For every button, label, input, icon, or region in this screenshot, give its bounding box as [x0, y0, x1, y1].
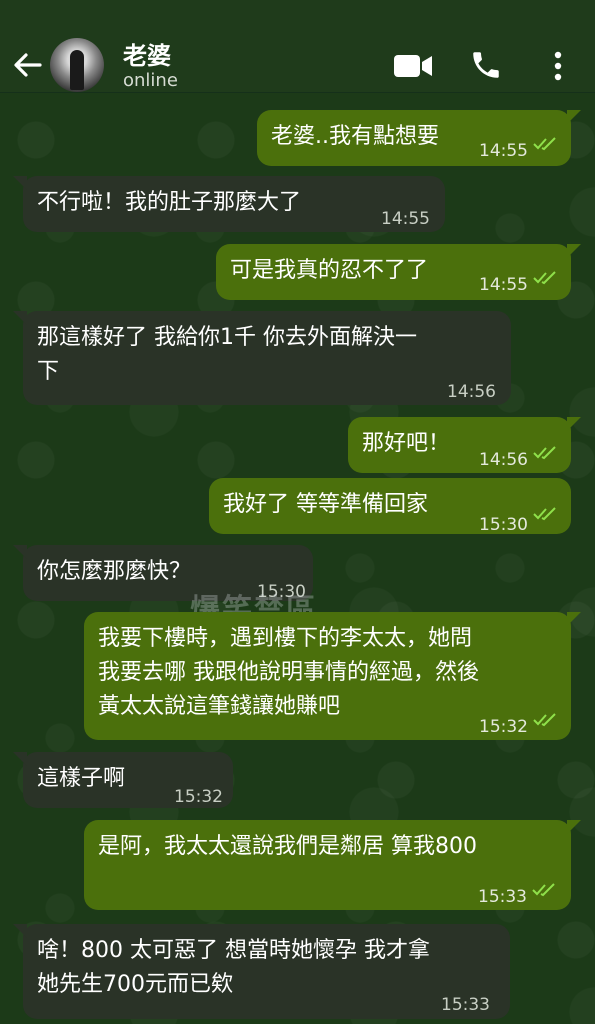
video-call-icon[interactable] — [392, 52, 434, 80]
message-outgoing[interactable]: 是阿，我太太還說我們是鄰居 算我800 15:33 — [84, 820, 581, 910]
message-text: 不行啦！我的肚子那麼大了 — [37, 190, 302, 215]
message-outgoing[interactable]: 可是我真的忍不了了 14:55 — [216, 244, 581, 300]
read-receipt-icon — [533, 446, 556, 460]
message-incoming[interactable]: 那這樣好了 我給你1千 你去外面解決一 下 14:56 — [13, 311, 511, 405]
message-time: 15:33 — [441, 995, 490, 1015]
message-incoming[interactable]: 啥！800 太可惡了 想當時她懷孕 我才拿 她先生700元而已欸 15:33 — [13, 924, 510, 1019]
contact-name[interactable]: 老婆 — [123, 36, 171, 71]
read-receipt-icon — [533, 137, 556, 151]
message-text: 那好吧！ — [362, 431, 451, 456]
message-time: 15:32 — [479, 717, 528, 737]
message-text: 是阿，我太太還說我們是鄰居 算我800 — [98, 834, 477, 859]
message-text: 可是我真的忍不了了 — [230, 258, 429, 283]
avatar[interactable] — [50, 38, 104, 92]
message-time: 14:55 — [381, 209, 430, 229]
message-time: 14:56 — [479, 450, 528, 470]
message-outgoing[interactable]: 那好吧！ 14:56 — [348, 417, 581, 473]
message-text: 我好了 等等準備回家 — [223, 492, 428, 517]
message-line: 下 — [37, 359, 60, 384]
message-time: 15:33 — [478, 887, 527, 907]
chat-header: 老婆 online — [0, 0, 595, 93]
message-line: 那這樣好了 我給你1千 你去外面解決一 — [37, 325, 417, 350]
read-receipt-icon — [533, 507, 556, 521]
message-line: 她先生700元而已欸 — [37, 972, 233, 997]
contact-status: online — [123, 70, 178, 91]
message-line: 我要去哪 我跟他說明事情的經過，然後 — [98, 660, 479, 685]
phone-icon[interactable] — [469, 48, 503, 82]
back-arrow-icon[interactable] — [10, 48, 44, 82]
message-time: 14:56 — [447, 382, 496, 402]
message-outgoing[interactable]: 我好了 等等準備回家 15:30 — [209, 478, 571, 535]
more-vertical-icon[interactable] — [548, 50, 568, 82]
read-receipt-icon — [532, 883, 555, 897]
message-outgoing[interactable]: 老婆..我有點想要 14:55 — [257, 110, 581, 166]
message-time: 15:32 — [174, 787, 223, 807]
message-text: 這樣子啊 — [37, 766, 126, 791]
read-receipt-icon — [533, 271, 556, 285]
message-outgoing[interactable]: 我要下樓時，遇到樓下的李太太，她問 我要去哪 我跟他說明事情的經過，然後 黃太太… — [84, 612, 581, 740]
message-time: 14:55 — [479, 275, 528, 295]
message-text: 老婆..我有點想要 — [271, 124, 439, 149]
message-text: 你怎麼那麼快？ — [37, 559, 192, 584]
message-line: 我要下樓時，遇到樓下的李太太，她問 — [98, 626, 473, 651]
read-receipt-icon — [533, 713, 556, 727]
message-time: 15:30 — [479, 515, 528, 535]
message-incoming[interactable]: 這樣子啊 15:32 — [13, 752, 233, 808]
message-incoming[interactable]: 不行啦！我的肚子那麼大了 14:55 — [13, 176, 445, 232]
message-time: 14:55 — [479, 141, 528, 161]
message-line: 啥！800 太可惡了 想當時她懷孕 我才拿 — [37, 938, 430, 963]
